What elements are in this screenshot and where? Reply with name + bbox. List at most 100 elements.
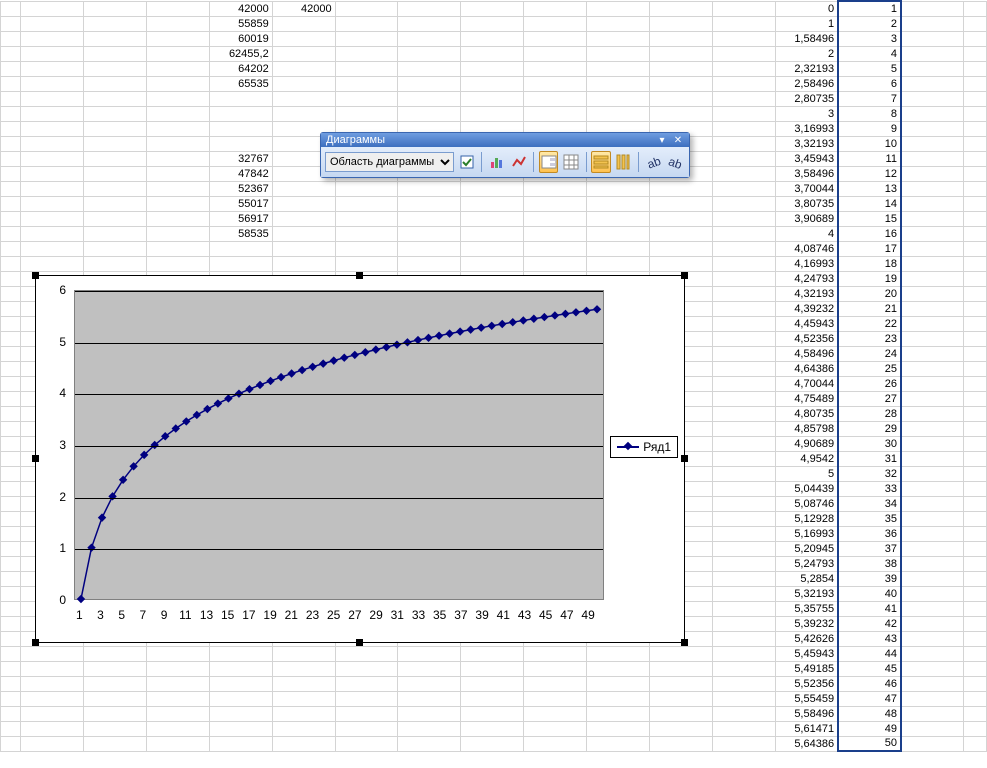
cell[interactable]	[712, 211, 775, 226]
cell[interactable]	[587, 46, 650, 61]
cell[interactable]	[1, 256, 21, 271]
cell[interactable]: 3	[838, 31, 901, 46]
cell[interactable]	[712, 16, 775, 31]
cell[interactable]: 5,32193	[775, 586, 838, 601]
by-rows-button[interactable]	[591, 151, 610, 173]
cell[interactable]	[712, 451, 775, 466]
cell[interactable]	[335, 226, 398, 241]
cell[interactable]	[272, 706, 335, 721]
cell[interactable]	[398, 721, 461, 736]
cell[interactable]: 23	[838, 331, 901, 346]
cell[interactable]	[461, 256, 524, 271]
cell[interactable]	[1, 361, 21, 376]
cell[interactable]	[1, 241, 21, 256]
cell[interactable]: 1,58496	[775, 31, 838, 46]
cell[interactable]	[901, 211, 964, 226]
cell[interactable]	[712, 1, 775, 16]
cell[interactable]	[964, 631, 987, 646]
cell[interactable]	[649, 61, 712, 76]
cell[interactable]: 5,49185	[775, 661, 838, 676]
cell[interactable]	[964, 331, 987, 346]
cell[interactable]	[209, 646, 272, 661]
cell[interactable]	[649, 181, 712, 196]
cell[interactable]	[712, 121, 775, 136]
cell[interactable]	[272, 676, 335, 691]
cell[interactable]	[712, 196, 775, 211]
cell[interactable]	[398, 196, 461, 211]
cell[interactable]	[649, 676, 712, 691]
cell[interactable]	[272, 736, 335, 751]
cell[interactable]	[21, 46, 84, 61]
cell[interactable]: 41	[838, 601, 901, 616]
cell[interactable]	[209, 661, 272, 676]
cell[interactable]	[398, 91, 461, 106]
cell[interactable]	[587, 691, 650, 706]
cell[interactable]	[1, 616, 21, 631]
cell[interactable]	[272, 31, 335, 46]
cell[interactable]	[901, 421, 964, 436]
cell[interactable]: 5	[838, 61, 901, 76]
cell[interactable]: 46	[838, 676, 901, 691]
cell[interactable]	[21, 211, 84, 226]
cell[interactable]	[398, 256, 461, 271]
cell[interactable]	[209, 106, 272, 121]
cell[interactable]: 15	[838, 211, 901, 226]
cell[interactable]	[964, 376, 987, 391]
cell[interactable]	[209, 691, 272, 706]
cell[interactable]	[712, 631, 775, 646]
cell[interactable]	[209, 721, 272, 736]
cell[interactable]	[1, 646, 21, 661]
cell[interactable]	[1, 466, 21, 481]
cell[interactable]	[1, 286, 21, 301]
cell[interactable]: 42000	[209, 1, 272, 16]
cell[interactable]	[461, 691, 524, 706]
cell[interactable]	[398, 646, 461, 661]
cell[interactable]	[1, 331, 21, 346]
cell[interactable]	[461, 91, 524, 106]
cell[interactable]	[964, 61, 987, 76]
cell[interactable]	[524, 256, 587, 271]
cell[interactable]: 4,08746	[775, 241, 838, 256]
cell[interactable]	[21, 91, 84, 106]
cell[interactable]	[712, 496, 775, 511]
cell[interactable]	[398, 1, 461, 16]
cell[interactable]	[901, 436, 964, 451]
cell[interactable]	[21, 136, 84, 151]
cell[interactable]: 37	[838, 541, 901, 556]
cell[interactable]	[84, 151, 147, 166]
cell[interactable]	[84, 691, 147, 706]
cell[interactable]: 22	[838, 316, 901, 331]
cell[interactable]: 9	[838, 121, 901, 136]
cell[interactable]: 62455,2	[209, 46, 272, 61]
cell[interactable]	[964, 226, 987, 241]
cell[interactable]	[272, 91, 335, 106]
chart-line-button[interactable]	[509, 151, 528, 173]
cell[interactable]: 26	[838, 376, 901, 391]
cell[interactable]: 39	[838, 571, 901, 586]
cell[interactable]	[272, 61, 335, 76]
cell[interactable]: 5,52356	[775, 676, 838, 691]
cell[interactable]	[964, 76, 987, 91]
cell[interactable]: 27	[838, 391, 901, 406]
cell[interactable]	[461, 181, 524, 196]
cell[interactable]	[335, 76, 398, 91]
cell[interactable]: 4,80735	[775, 406, 838, 421]
cell[interactable]	[1, 1, 21, 16]
cell[interactable]	[146, 61, 209, 76]
cell[interactable]	[712, 316, 775, 331]
cell[interactable]	[84, 31, 147, 46]
cell[interactable]	[146, 646, 209, 661]
cell[interactable]	[146, 256, 209, 271]
cell[interactable]	[1, 61, 21, 76]
cell[interactable]	[1, 301, 21, 316]
cell[interactable]	[146, 76, 209, 91]
cell[interactable]	[524, 736, 587, 751]
cell[interactable]: 5,35755	[775, 601, 838, 616]
cell[interactable]	[524, 181, 587, 196]
cell[interactable]	[964, 16, 987, 31]
cell[interactable]	[335, 736, 398, 751]
cell[interactable]	[461, 196, 524, 211]
cell[interactable]	[712, 331, 775, 346]
cell[interactable]	[524, 226, 587, 241]
cell[interactable]	[1, 511, 21, 526]
